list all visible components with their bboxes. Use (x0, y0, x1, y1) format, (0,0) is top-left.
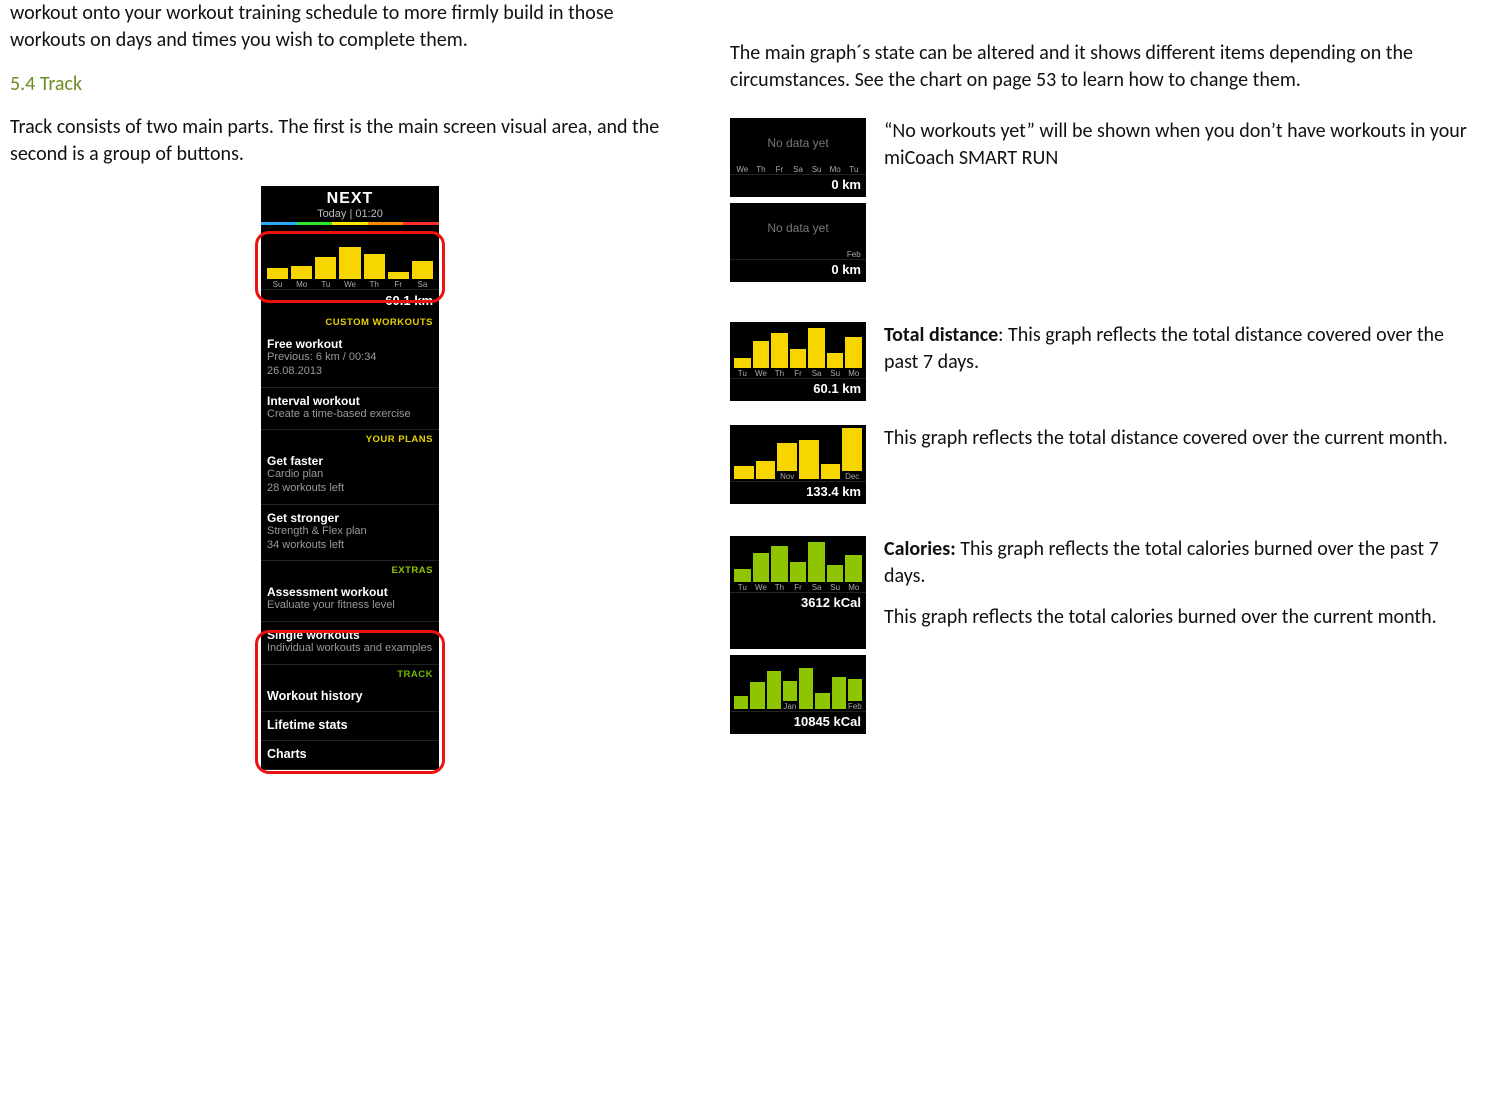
menu-item-charts[interactable]: Charts (261, 741, 439, 770)
menu-item-get-faster[interactable]: Get faster Cardio plan 28 workouts left (261, 448, 439, 505)
thumb-distance-7d-metric: 60.1 km (730, 379, 866, 398)
thumb-nodata-week-metric: 0 km (730, 175, 866, 194)
thumb-calories-month-chart: JanFeb (730, 655, 866, 712)
thumb-nodata-month-chart: No data yetFeb (730, 203, 866, 260)
menu-item-single-workouts[interactable]: Single workouts Individual workouts and … (261, 622, 439, 665)
section-heading-track: 5.4 Track (10, 72, 690, 96)
menu-item-lifetime-stats[interactable]: Lifetime stats (261, 712, 439, 741)
section-header-extras: EXTRAS (261, 561, 439, 579)
phone-next-header: NEXT Today | 01:20 (261, 186, 439, 222)
section-body-paragraph: Track consists of two main parts. The fi… (10, 114, 690, 168)
thumb-nodata-month-metric: 0 km (730, 260, 866, 279)
desc-calories-7d-bold: Calories: (884, 537, 956, 561)
thumb-distance-month-metric: 133.4 km (730, 482, 866, 501)
menu-title: Single workouts (267, 628, 433, 642)
desc-distance-7d: Total distance: This graph reflects the … (884, 322, 1477, 401)
desc-calories-7d: Calories: This graph reflects the total … (884, 536, 1477, 649)
thumb-calories-month-metric: 10845 kCal (730, 712, 866, 731)
thumb-distance-month: NovDec 133.4 km (730, 425, 866, 504)
menu-sub: Create a time-based exercise (267, 408, 433, 422)
menu-title: Free workout (267, 337, 433, 351)
phone-next-label: NEXT (261, 190, 439, 208)
menu-title: Get faster (267, 454, 433, 468)
thumb-nodata-month: No data yetFeb 0 km (730, 203, 866, 282)
menu-sub: 34 workouts left (267, 539, 433, 553)
thumb-distance-month-chart: NovDec (730, 425, 866, 482)
menu-title: Lifetime stats (267, 718, 433, 732)
phone-week-chart: SuMoTuWeThFrSa (261, 225, 439, 290)
thumb-distance-7d: TuWeThFrSaSuMo 60.1 km (730, 322, 866, 401)
menu-title: Interval workout (267, 394, 433, 408)
menu-title: Charts (267, 747, 433, 761)
thumb-nodata-week-chart: No data yetWeThFrSaSuMoTu (730, 118, 866, 175)
right-lead-paragraph: The main graph´s state can be altered an… (730, 40, 1477, 94)
menu-item-interval-workout[interactable]: Interval workout Create a time-based exe… (261, 388, 439, 431)
menu-sub: Individual workouts and examples (267, 642, 433, 656)
thumb-calories-month: JanFeb 10845 kCal (730, 655, 866, 734)
desc-distance-7d-bold: Total distance (884, 323, 998, 347)
thumb-calories-7d-chart: TuWeThFrSaSuMo (730, 536, 866, 593)
section-header-plans: YOUR PLANS (261, 430, 439, 448)
menu-sub: 26.08.2013 (267, 365, 433, 379)
phone-next-sub: Today | 01:20 (261, 208, 439, 220)
thumb-calories-7d-metric: 3612 kCal (730, 593, 866, 612)
menu-title: Get stronger (267, 511, 433, 525)
thumb-distance-7d-chart: TuWeThFrSaSuMo (730, 322, 866, 379)
desc-nodata: “No workouts yet” will be shown when you… (884, 118, 1477, 197)
menu-item-free-workout[interactable]: Free workout Previous: 6 km / 00:34 26.0… (261, 331, 439, 388)
menu-title: Assessment workout (267, 585, 433, 599)
section-header-track: TRACK (261, 665, 439, 683)
thumb-nodata-week: No data yetWeThFrSaSuMoTu 0 km (730, 118, 866, 197)
desc-calories-7d-rest: This graph reflects the total calories b… (884, 537, 1439, 588)
menu-item-get-stronger[interactable]: Get stronger Strength & Flex plan 34 wor… (261, 505, 439, 562)
menu-sub: Strength & Flex plan (267, 525, 433, 539)
desc-distance-month: This graph reflects the total distance c… (884, 425, 1448, 504)
phone-week-metric: 60.1 km (261, 290, 439, 313)
menu-sub: Previous: 6 km / 00:34 (267, 351, 433, 365)
menu-item-assessment[interactable]: Assessment workout Evaluate your fitness… (261, 579, 439, 622)
desc-calories-month: This graph reflects the total calories b… (884, 604, 1477, 631)
menu-sub: Evaluate your fitness level (267, 599, 433, 613)
section-header-custom: CUSTOM WORKOUTS (261, 313, 439, 331)
intro-tail-paragraph: workout onto your workout training sched… (10, 0, 690, 54)
menu-title: Workout history (267, 689, 433, 703)
thumb-calories-7d: TuWeThFrSaSuMo 3612 kCal (730, 536, 866, 649)
menu-sub: 28 workouts left (267, 482, 433, 496)
menu-sub: Cardio plan (267, 468, 433, 482)
menu-item-workout-history[interactable]: Workout history (261, 683, 439, 712)
phone-mock: NEXT Today | 01:20 SuMoTuWeThFrSa 60.1 k… (261, 186, 439, 770)
